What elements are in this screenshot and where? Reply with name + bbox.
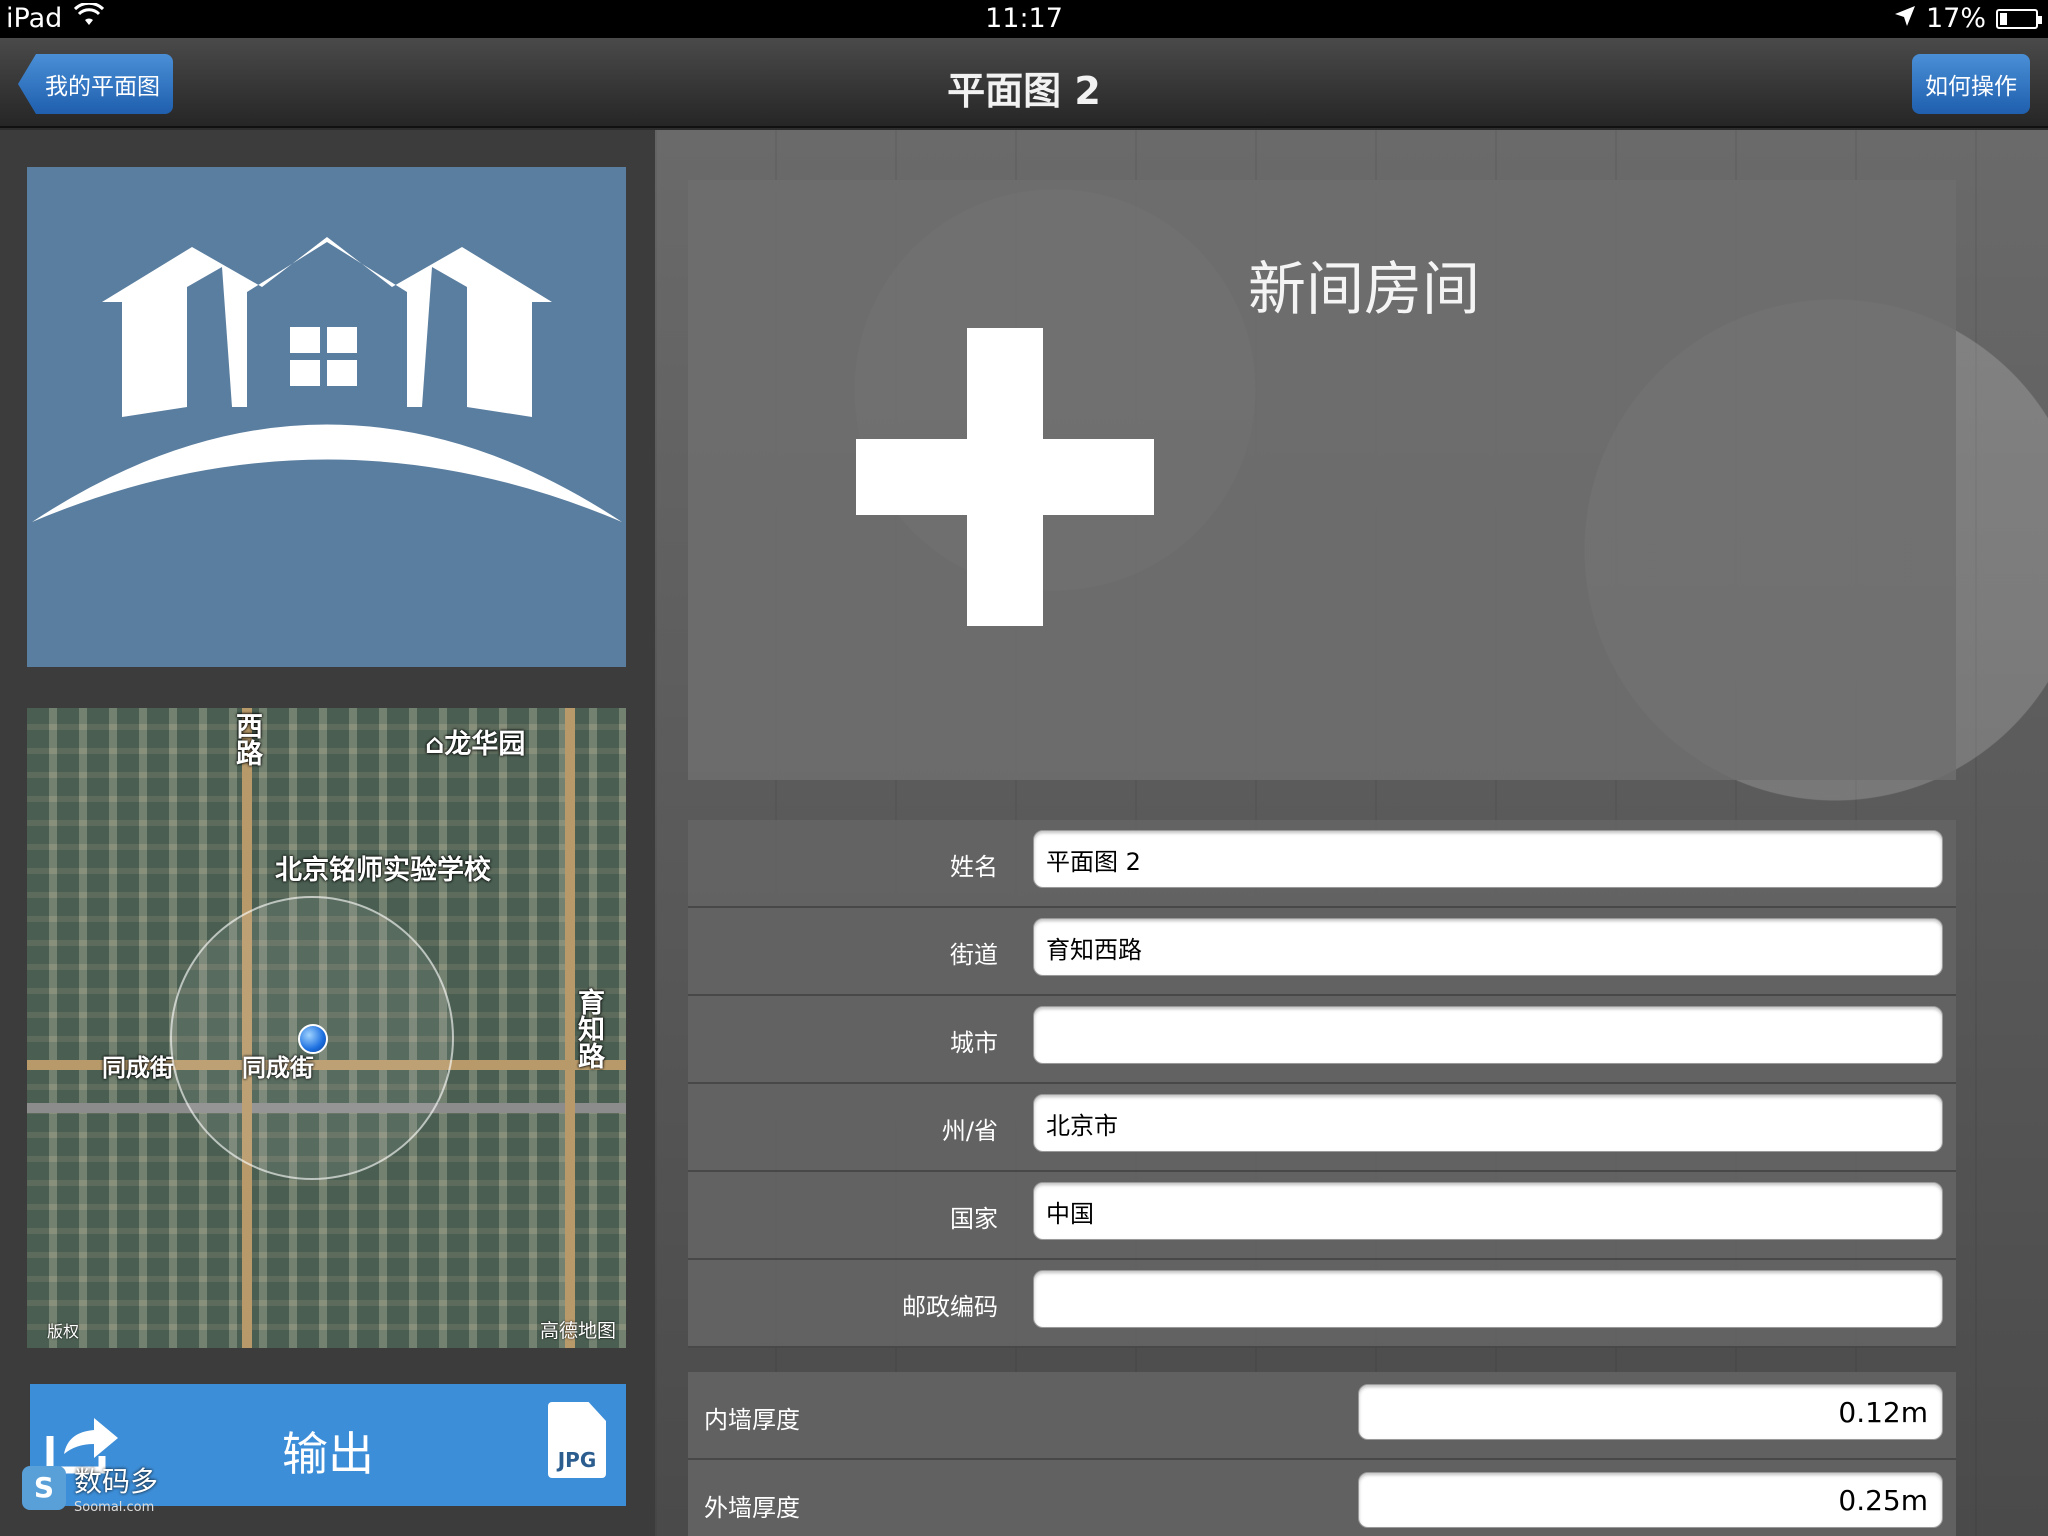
- right-panel: 新间房间 姓名 街道 城市 州/省 国家 邮政编码 内墙厚度: [655, 130, 2048, 1536]
- new-room-title: 新间房间: [1248, 255, 1481, 323]
- form-row-name: 姓名: [688, 820, 1956, 908]
- house-logo-icon: [32, 237, 622, 522]
- form-row-state: 州/省: [688, 1084, 1956, 1172]
- left-panel: 西路 ⌂龙华园 北京铭师实验学校 育知路 同成街 同成街 版权 高德地图 输出 …: [0, 130, 655, 1536]
- map-road-label-top: 西路: [231, 712, 262, 766]
- battery-icon: [1996, 8, 2042, 29]
- outer-wall-label: 外墙厚度: [704, 1494, 800, 1522]
- state-label: 州/省: [941, 1117, 998, 1145]
- map-school-label: 北京铭师实验学校: [275, 855, 491, 886]
- street-label: 街道: [950, 941, 998, 969]
- status-time: 11:17: [985, 3, 1063, 34]
- street-field[interactable]: [1033, 918, 1943, 976]
- inner-wall-thickness-field[interactable]: [1358, 1384, 1943, 1440]
- country-field[interactable]: [1033, 1182, 1943, 1240]
- watermark-sub: Soomal.com: [74, 1500, 155, 1515]
- map-road-label-right: 育知路: [573, 988, 604, 1069]
- watermark-text: 数码多: [74, 1465, 159, 1498]
- form-row-inner-wall: 内墙厚度: [688, 1372, 1956, 1460]
- form-row-country: 国家: [688, 1172, 1956, 1260]
- state-field[interactable]: [1033, 1094, 1943, 1152]
- inner-wall-label: 内墙厚度: [704, 1406, 800, 1434]
- page-title: 平面图 2: [947, 69, 1101, 113]
- outer-wall-thickness-field[interactable]: [1358, 1472, 1943, 1528]
- plus-icon: [856, 328, 1154, 626]
- nav-bar: 我的平面图 平面图 2 如何操作: [0, 38, 2048, 128]
- form-row-city: 城市: [688, 996, 1956, 1084]
- map-provider: 高德地图: [539, 1320, 616, 1342]
- map-road-label-left: 同成街: [102, 1054, 174, 1082]
- battery-percent: 17%: [1925, 3, 1986, 34]
- wall-settings-form: 内墙厚度 外墙厚度: [688, 1372, 1956, 1536]
- location-arrow-icon: [1894, 3, 1916, 34]
- country-label: 国家: [950, 1205, 998, 1233]
- city-label: 城市: [950, 1029, 998, 1057]
- new-room-button[interactable]: 新间房间: [688, 180, 1956, 780]
- watermark-logo: S: [22, 1465, 66, 1510]
- floor-plan-thumbnail[interactable]: [27, 167, 626, 667]
- form-row-outer-wall: 外墙厚度: [688, 1460, 1956, 1536]
- location-map[interactable]: 西路 ⌂龙华园 北京铭师实验学校 育知路 同成街 同成街 版权 高德地图: [27, 708, 626, 1348]
- postal-code-label: 邮政编码: [902, 1293, 998, 1321]
- form-row-postal: 邮政编码: [688, 1260, 1956, 1348]
- how-to-button[interactable]: 如何操作: [1912, 54, 2030, 114]
- location-dot-icon: [298, 1024, 328, 1054]
- address-form: 姓名 街道 城市 州/省 国家 邮政编码: [688, 820, 1956, 1348]
- map-poi-label: ⌂龙华园: [425, 729, 526, 760]
- city-field[interactable]: [1033, 1006, 1943, 1064]
- map-copyright: 版权: [47, 1322, 80, 1341]
- status-right: 17%: [1894, 3, 2042, 34]
- watermark: S 数码多 Soomal.com: [22, 1460, 158, 1515]
- name-field[interactable]: [1033, 830, 1943, 888]
- name-label: 姓名: [950, 853, 998, 881]
- form-row-street: 街道: [688, 908, 1956, 996]
- status-bar: iPad 11:17 17%: [0, 0, 2048, 38]
- jpg-file-icon: JPG: [548, 1402, 606, 1478]
- postal-code-field[interactable]: [1033, 1270, 1943, 1328]
